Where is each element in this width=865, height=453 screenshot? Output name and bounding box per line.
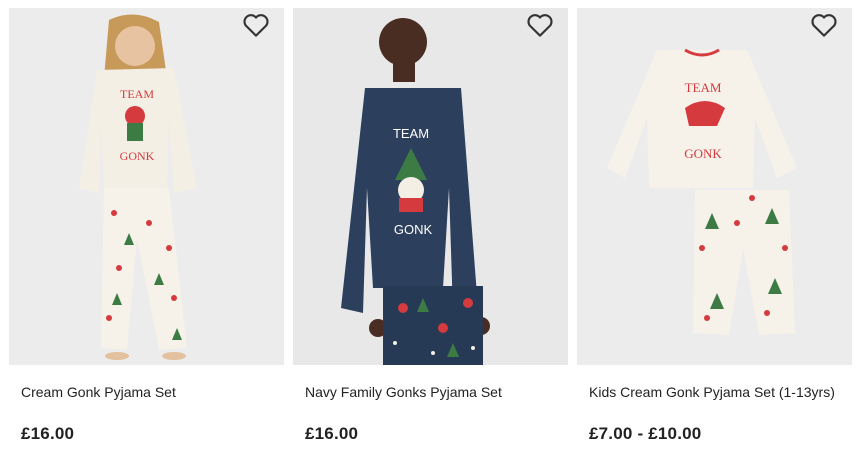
product-title[interactable]: Kids Cream Gonk Pyjama Set (1-13yrs) bbox=[589, 384, 835, 400]
graphic-text-top: TEAM bbox=[393, 126, 429, 141]
product-card[interactable]: TEAM GONK Kids Cream Gonk Pyjama Set (1-… bbox=[577, 0, 852, 453]
wishlist-heart-icon[interactable] bbox=[808, 9, 840, 41]
product-price: £7.00 - £10.00 bbox=[589, 424, 702, 443]
product-grid: TEAM GONK Cream Gonk Pyjama Set £16.00 T… bbox=[0, 0, 865, 453]
product-card[interactable]: TEAM GONK Cream Gonk Pyjama Set £16.00 bbox=[9, 0, 284, 453]
product-price: £16.00 bbox=[21, 424, 75, 443]
graphic-text-bottom: GONK bbox=[684, 146, 722, 161]
graphic-text-bottom: GONK bbox=[120, 149, 155, 163]
graphic-text-bottom: GONK bbox=[394, 222, 433, 237]
wishlist-heart-icon[interactable] bbox=[240, 9, 272, 41]
product-image-cream-pyjama[interactable]: TEAM GONK bbox=[9, 8, 284, 365]
wishlist-heart-icon[interactable] bbox=[524, 9, 556, 41]
product-image-navy-pyjama[interactable]: TEAM GONK bbox=[293, 8, 568, 365]
graphic-text-top: TEAM bbox=[120, 87, 154, 101]
product-title[interactable]: Navy Family Gonks Pyjama Set bbox=[305, 384, 502, 400]
product-price: £16.00 bbox=[305, 424, 359, 443]
graphic-text-top: TEAM bbox=[685, 80, 722, 95]
product-title[interactable]: Cream Gonk Pyjama Set bbox=[21, 384, 176, 400]
product-image-kids-pyjama[interactable]: TEAM GONK bbox=[577, 8, 852, 365]
product-card[interactable]: TEAM GONK Navy Family Gonks Pyjama Set £… bbox=[293, 0, 568, 453]
